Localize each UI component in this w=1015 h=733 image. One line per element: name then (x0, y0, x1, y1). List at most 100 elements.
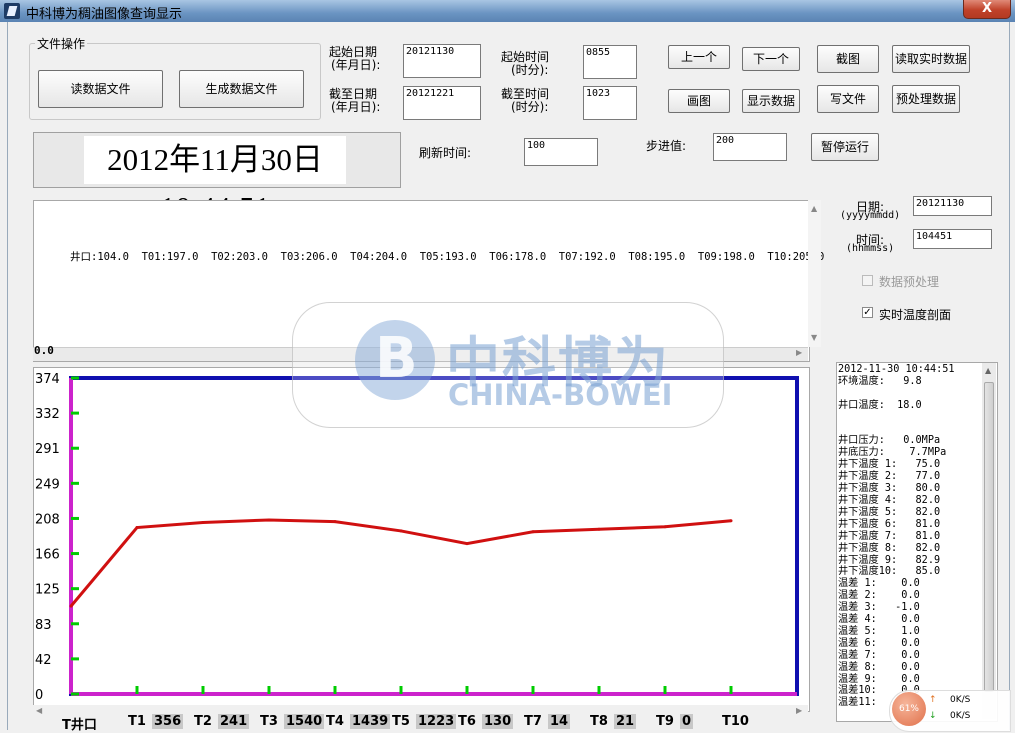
info-line: 温差 5: 1.0 (838, 625, 920, 637)
start-time-input[interactable]: 0855 (583, 45, 637, 79)
x-tick-label: T7 (524, 714, 542, 729)
refresh-time-label: 刷新时间: (419, 146, 472, 160)
temperature-point (597, 527, 601, 531)
show-data-button[interactable]: 显示数据 (742, 89, 800, 113)
info-line (838, 412, 955, 424)
info-line: 井下温度 9: 82.9 (838, 554, 941, 566)
y-tick-label: 125 (35, 583, 60, 598)
screenshot-button[interactable]: 截图 (817, 45, 879, 73)
info-line: 温差 3: -1.0 (838, 602, 920, 614)
info-line: 井下温度 5: 82.0 (838, 506, 941, 518)
y-tick-label: 42 (35, 653, 52, 668)
read-data-file-button[interactable]: 读数据文件 (38, 70, 163, 108)
chart-scroll-left-arrow-icon[interactable]: ◀ (36, 706, 42, 715)
info-line: 温差 4: 0.0 (838, 614, 920, 626)
x-tick-label: T1 (128, 714, 146, 729)
scroll-down-arrow-icon[interactable]: ▼ (811, 333, 817, 342)
temperature-point (201, 520, 205, 524)
y-tick-label: 83 (35, 618, 52, 633)
time-input[interactable]: 104451 (913, 229, 992, 249)
info-line: 井下温度 4: 82.0 (838, 494, 941, 506)
temperature-point (69, 604, 73, 608)
info-line: 井下温度10: 85.0 (838, 566, 941, 578)
info-line: 井下温度 8: 82.0 (838, 542, 941, 554)
pause-button[interactable]: 暂停运行 (811, 133, 879, 161)
x-tick-label: T4 (326, 714, 344, 729)
end-date-sublabel: (年月日): (331, 100, 381, 114)
temperature-readings-row: 井口:104.0 T01:197.0 T02:203.0 T03:206.0 T… (70, 251, 825, 263)
app-icon (4, 3, 20, 19)
info-line: 温差 9: 0.0 (838, 673, 920, 685)
x-extra-label: 1223 (416, 714, 457, 729)
info-line (838, 388, 955, 400)
info-line: 井口温度: 18.0 (838, 399, 922, 411)
chart-scroll-right-arrow-icon[interactable]: ▶ (796, 706, 802, 715)
info-line: 井下温度 6: 81.0 (838, 518, 941, 530)
scroll-right-arrow-icon[interactable]: ▶ (796, 348, 802, 357)
refresh-time-input[interactable]: 100 (524, 138, 598, 166)
prev-button[interactable]: 上一个 (668, 45, 730, 69)
upload-arrow-icon: ↑ (929, 695, 937, 705)
realtime-profile-checkbox-label: 实时温度剖面 (879, 308, 952, 322)
temperature-series-line (69, 518, 732, 608)
date-input[interactable]: 20121130 (913, 196, 992, 216)
close-window-button[interactable]: X (963, 0, 1011, 19)
x-tick-label: T8 (590, 714, 608, 729)
x-extra-label: 14 (548, 714, 571, 729)
end-time-input[interactable]: 1023 (583, 86, 637, 120)
y-tick-label: 332 (35, 407, 60, 422)
end-time-sublabel: (时分): (511, 100, 549, 114)
y-tick-label: 249 (35, 477, 60, 492)
info-line: 温差 7: 0.0 (838, 649, 920, 661)
end-time-label: 截至时间 (501, 87, 550, 101)
info-line: 井底压力: 7.7MPa (838, 447, 947, 459)
preprocess-checkbox[interactable] (862, 275, 873, 286)
info-line: 井下温度 7: 81.0 (838, 530, 941, 542)
datetime-display: 2012年11月30日 10:44:51 (84, 136, 346, 225)
info-line: 井下温度 3: 80.0 (838, 483, 941, 495)
temperature-point (663, 525, 667, 529)
generate-data-file-button[interactable]: 生成数据文件 (179, 70, 304, 108)
start-date-sublabel: (年月日): (331, 58, 381, 72)
x-tick-label: T5 (392, 714, 410, 729)
x-extra-label: 241 (218, 714, 250, 729)
y-tick-label: 0 (35, 688, 43, 703)
info-line: 井下温度 2: 77.0 (838, 471, 941, 483)
x-tick-label: T10 (722, 714, 749, 729)
next-button[interactable]: 下一个 (742, 47, 800, 71)
y-tick-label: 291 (35, 442, 60, 457)
y-tick-label: 208 (35, 512, 60, 527)
temperature-point (267, 518, 271, 522)
start-time-label: 起始时间 (501, 50, 550, 64)
watermark-text-en: CHINA-BOWEI (448, 378, 673, 412)
date-hint: (yyyymmdd) (840, 210, 901, 221)
info-line: 温差 1: 0.0 (838, 578, 920, 590)
x-extra-label: 1439 (350, 714, 391, 729)
time-hint: (hhmmss) (846, 243, 895, 254)
preprocess-data-button[interactable]: 预处理数据 (892, 85, 960, 113)
x-tick-label: T6 (458, 714, 476, 729)
info-line: 井下温度 1: 75.0 (838, 459, 941, 471)
write-file-button[interactable]: 写文件 (817, 85, 879, 113)
info-scroll-thumb[interactable] (984, 382, 994, 692)
step-input[interactable]: 200 (713, 133, 787, 161)
start-date-input[interactable]: 20121130 (403, 44, 481, 78)
file-ops-group-title: 文件操作 (35, 35, 88, 52)
temperature-point (399, 529, 403, 533)
download-arrow-icon: ↓ (929, 711, 937, 721)
readings-vertical-scrollbar[interactable] (808, 200, 821, 347)
info-line: 环境温度: 9.8 (838, 375, 922, 387)
x-extra-label: 0 (680, 714, 694, 729)
download-speed: 0K/S (950, 711, 971, 721)
scroll-up-arrow-icon[interactable]: ▲ (811, 204, 817, 213)
end-date-input[interactable]: 20121221 (403, 86, 481, 120)
plot-button[interactable]: 画图 (668, 89, 730, 113)
start-date-label: 起始日期 (329, 45, 378, 59)
read-realtime-data-button[interactable]: 读取实时数据 (892, 45, 970, 73)
cpu-usage-ball[interactable]: 61% (892, 692, 926, 726)
temperature-point (465, 542, 469, 546)
temperature-point (729, 519, 733, 523)
info-scroll-up-arrow-icon[interactable]: ▲ (985, 366, 991, 375)
realtime-profile-checkbox[interactable]: ✓ (862, 307, 873, 318)
y-tick-label: 374 (35, 372, 60, 387)
